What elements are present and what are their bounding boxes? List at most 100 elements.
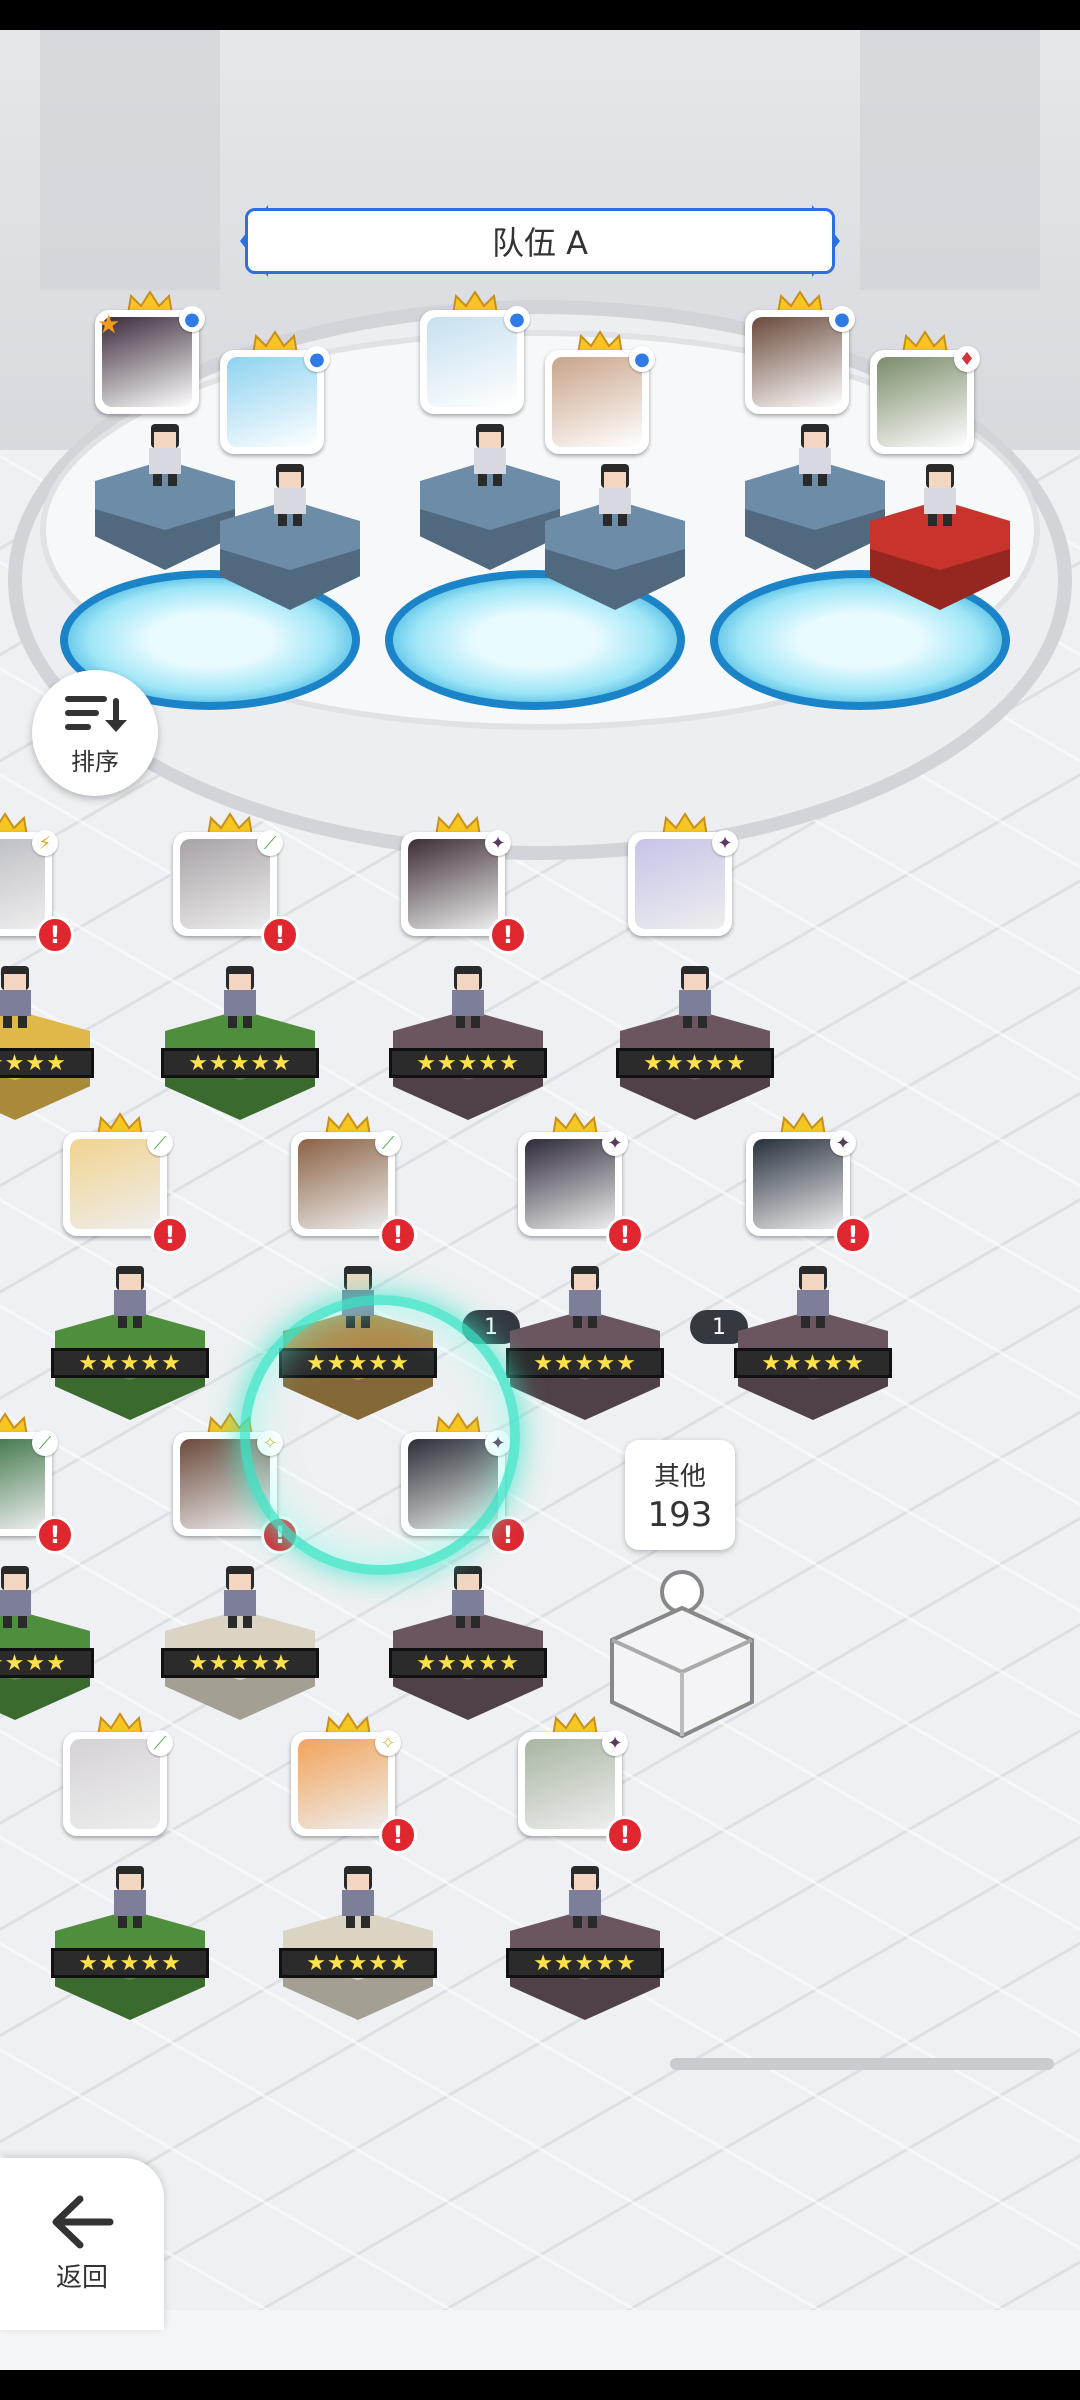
sort-icon: [65, 695, 127, 732]
portrait-art: [552, 357, 642, 447]
character-sprite: [783, 1260, 843, 1330]
roster-character[interactable]: ✦ ★★★★★: [616, 812, 780, 1150]
star-rating: ★★★★★: [506, 1348, 664, 1378]
character-sprite: [910, 458, 970, 528]
portrait-art: [753, 1139, 843, 1229]
alert-badge: !: [261, 916, 299, 954]
character-sprite: [100, 1860, 160, 1930]
team-member-slot[interactable]: ♦: [870, 330, 1030, 630]
character-sprite: [555, 1860, 615, 1930]
portrait-art: [635, 839, 725, 929]
alert-badge: !: [489, 916, 527, 954]
roster-character[interactable]: ✦! ★★★★★: [389, 812, 553, 1150]
element-icon: ✦: [712, 830, 738, 856]
star-rating: ★★★★★: [161, 1648, 319, 1678]
star-rating: ★★★★★: [0, 1048, 94, 1078]
character-sprite: [0, 960, 45, 1030]
character-sprite: [555, 1260, 615, 1330]
element-icon: ⟋: [147, 1730, 173, 1756]
portrait-art: [525, 1139, 615, 1229]
formation-screen: 队伍 A ● ★ ● ● ● ● ♦ 排序 ⚡! ★★★★★ ⟋! ★★★★★ ✦! ★★★★★ ✦ ★★…: [0, 30, 1080, 2370]
character-sprite: [665, 960, 725, 1030]
roster-character[interactable]: ✧! ★★★★★: [279, 1712, 443, 2050]
alert-badge: !: [36, 1516, 74, 1554]
character-sprite: [328, 1860, 388, 1930]
character-sprite: [438, 960, 498, 1030]
element-icon: ✦: [485, 830, 511, 856]
element-icon: ⟋: [375, 1130, 401, 1156]
character-sprite: [210, 960, 270, 1030]
alert-badge: !: [489, 1516, 527, 1554]
other-characters-bubble[interactable]: 其他 193: [625, 1440, 735, 1550]
sort-button[interactable]: 排序: [32, 670, 158, 796]
alert-badge: !: [606, 1816, 644, 1854]
element-icon: ✦: [830, 1130, 856, 1156]
character-sprite: [585, 458, 645, 528]
star-rating: ★★★★★: [389, 1048, 547, 1078]
character-sprite: [0, 1560, 45, 1630]
portrait-art: [525, 1739, 615, 1829]
element-icon: ⟋: [257, 830, 283, 856]
team-member-slot[interactable]: ●: [220, 330, 380, 630]
back-label: 返回: [55, 2262, 108, 2293]
roster-character[interactable]: ⟋ ★★★★★: [51, 1712, 215, 2050]
star-rating: ★★★★★: [616, 1048, 774, 1078]
character-sprite: [438, 1560, 498, 1630]
roster-character[interactable]: ⟋! ★★★★★: [161, 812, 325, 1150]
other-label: 其他: [653, 1461, 706, 1492]
alert-badge: !: [834, 1216, 872, 1254]
roster-character[interactable]: ⟋! ★★★★★: [0, 1412, 100, 1750]
arena-pillar: [860, 30, 1040, 290]
back-button[interactable]: 返回: [0, 2158, 164, 2330]
element-icon: ●: [829, 306, 855, 332]
portrait-art: [408, 839, 498, 929]
alert-badge: !: [379, 1216, 417, 1254]
roster-character[interactable]: ⟋! ★★★★★: [51, 1112, 215, 1450]
roster-character[interactable]: ✦! ★★★★★: [506, 1712, 670, 2050]
alert-badge: !: [379, 1816, 417, 1854]
star-rating: ★★★★★: [51, 1348, 209, 1378]
character-sprite: [210, 1560, 270, 1630]
element-icon: ⚡: [32, 830, 58, 856]
roster-character[interactable]: ⚡! ★★★★★: [0, 812, 100, 1150]
portrait-art: [70, 1739, 160, 1829]
star-rating: ★★★★★: [506, 1948, 664, 1978]
alert-badge: !: [606, 1216, 644, 1254]
team-member-slot[interactable]: ●: [545, 330, 705, 630]
character-sprite: [785, 418, 845, 488]
back-arrow-icon: [52, 2195, 114, 2248]
portrait-art: [752, 317, 842, 407]
arena-pillar: [40, 30, 220, 290]
portrait-art: [427, 317, 517, 407]
alert-badge: !: [36, 916, 74, 954]
portrait-art: [180, 839, 270, 929]
element-icon: ⟋: [147, 1130, 173, 1156]
star-rating: ★★★★★: [0, 1648, 94, 1678]
portrait-art: [298, 1739, 388, 1829]
element-icon: ♦: [954, 346, 980, 372]
element-icon: ●: [304, 346, 330, 372]
portrait-art: [70, 1139, 160, 1229]
portrait-art: [227, 357, 317, 447]
character-sprite: [460, 418, 520, 488]
roster-character[interactable]: ✦! 1 ★★★★★: [462, 1112, 670, 1450]
other-count: 193: [647, 1494, 713, 1535]
leader-star-icon: ★: [97, 310, 121, 340]
portrait-art: [298, 1139, 388, 1229]
character-sprite: [260, 458, 320, 528]
element-icon: ✦: [602, 1130, 628, 1156]
star-rating: ★★★★★: [161, 1048, 319, 1078]
element-icon: ✧: [375, 1730, 401, 1756]
roster-character[interactable]: ✦! 1 ★★★★★: [690, 1112, 898, 1450]
horizontal-scrollbar[interactable]: [670, 2058, 1054, 2070]
portrait-art: [877, 357, 967, 447]
team-title[interactable]: 队伍 A: [245, 208, 835, 274]
other-characters-pedestal[interactable]: [608, 1570, 756, 1740]
star-rating: ★★★★★: [734, 1348, 892, 1378]
star-rating: ★★★★★: [389, 1648, 547, 1678]
sort-label: 排序: [71, 747, 119, 776]
element-icon: ●: [629, 346, 655, 372]
alert-badge: !: [151, 1216, 189, 1254]
character-sprite: [135, 418, 195, 488]
element-icon: ●: [504, 306, 530, 332]
